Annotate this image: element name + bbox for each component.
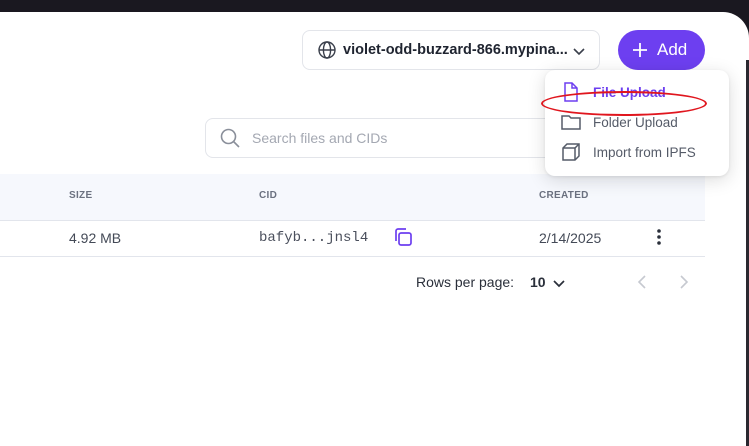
chevron-down-icon[interactable] [551, 275, 567, 291]
rows-per-page-select[interactable]: 10 [530, 274, 546, 290]
file-cid: bafyb...jnsl4 [259, 230, 369, 246]
menu-item-label: File Upload [593, 84, 666, 100]
menu-item-label: Import from IPFS [593, 144, 696, 160]
table-row[interactable]: 4.92 MB bafyb...jnsl4 2/14/2025 [0, 220, 705, 257]
file-icon [560, 81, 582, 103]
add-button[interactable]: Add [618, 30, 705, 70]
file-created: 2/14/2025 [539, 230, 602, 246]
globe-icon [317, 40, 337, 60]
add-button-label: Add [657, 40, 688, 59]
more-options-icon[interactable] [649, 227, 669, 247]
menu-item-label: Folder Upload [593, 114, 678, 130]
search-input[interactable]: Search files and CIDs [205, 118, 565, 158]
cube-icon [560, 141, 582, 163]
table-header: SIZE CID CREATED [0, 174, 705, 221]
folder-icon [560, 111, 582, 133]
plus-icon [631, 41, 649, 59]
file-size: 4.92 MB [69, 230, 122, 246]
add-dropdown-menu: File Upload Folder Upload Import from IP… [545, 70, 729, 176]
app-window: violet-odd-buzzard-866.mypina... Add Sea… [0, 12, 749, 446]
menu-item-import-ipfs[interactable]: Import from IPFS [545, 138, 729, 166]
previous-page-icon[interactable] [634, 273, 652, 291]
copy-icon[interactable] [392, 226, 414, 248]
search-icon [219, 127, 241, 149]
search-placeholder: Search files and CIDs [252, 130, 388, 146]
rows-per-page-label: Rows per page: [416, 274, 515, 290]
chevron-down-icon [571, 43, 587, 59]
column-cid[interactable]: CID [259, 190, 277, 201]
gateway-label: violet-odd-buzzard-866.mypina... [343, 42, 568, 58]
menu-item-folder-upload[interactable]: Folder Upload [545, 108, 729, 136]
gateway-selector[interactable]: violet-odd-buzzard-866.mypina... [302, 30, 600, 70]
column-created[interactable]: CREATED [539, 190, 589, 201]
menu-item-file-upload[interactable]: File Upload [545, 78, 729, 106]
column-size[interactable]: SIZE [69, 190, 92, 201]
next-page-icon[interactable] [674, 273, 692, 291]
